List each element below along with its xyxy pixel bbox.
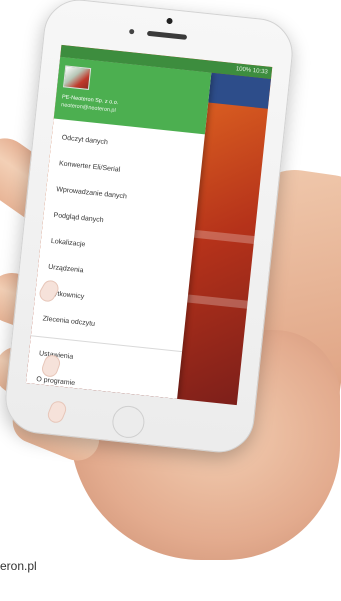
- company-logo-icon: [63, 65, 92, 90]
- sensor-icon: [128, 28, 135, 35]
- background-stripe: [192, 229, 263, 245]
- background-stripe: [185, 294, 256, 310]
- home-button[interactable]: [110, 404, 146, 440]
- navigation-drawer: PE-Neoteron Sp. z o.o. neoteron@neoteron…: [25, 56, 212, 399]
- front-camera-icon: [166, 17, 173, 25]
- phone-screen: 100% 10:33 PE-Neoteron Sp. z o.o. neoter…: [25, 44, 273, 406]
- website-caption: eron.pl: [0, 559, 37, 573]
- smartphone: 100% 10:33 PE-Neoteron Sp. z o.o. neoter…: [1, 0, 297, 456]
- status-time: 100% 10:33: [235, 66, 269, 76]
- drawer-menu: Odczyt danych Konwerter Eli/Serial Wprow…: [31, 118, 205, 347]
- speaker-grille: [146, 30, 188, 40]
